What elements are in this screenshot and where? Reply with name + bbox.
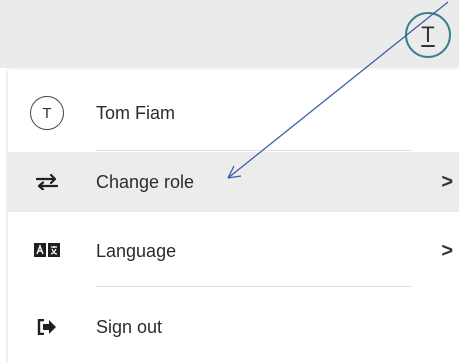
- sign-out-label: Sign out: [96, 316, 163, 337]
- menu-item-sign-out[interactable]: Sign out: [8, 296, 459, 358]
- chevron-right-icon: >: [441, 239, 453, 262]
- header-bar: T: [0, 0, 459, 68]
- user-avatar-button[interactable]: T: [405, 12, 451, 58]
- user-name: Tom Fiam: [96, 102, 176, 123]
- swap-arrows-icon: [30, 174, 64, 190]
- user-dropdown-menu: T Tom Fiam Change role > Language > Sign…: [8, 70, 459, 363]
- user-initial: T: [30, 96, 64, 130]
- change-role-label: Change role: [96, 171, 195, 192]
- user-menu-screenshot: T T Tom Fiam Change role > Language > Si…: [0, 0, 459, 363]
- divider: [96, 286, 412, 287]
- menu-item-change-role[interactable]: Change role >: [8, 152, 459, 212]
- menu-item-language[interactable]: Language >: [8, 220, 459, 282]
- menu-user-profile[interactable]: T Tom Fiam: [8, 82, 459, 144]
- divider: [96, 150, 412, 151]
- language-label: Language: [96, 240, 177, 261]
- language-icon: [30, 243, 64, 259]
- user-avatar-icon: T: [30, 96, 64, 130]
- chevron-right-icon: >: [441, 170, 453, 193]
- sign-out-icon: [30, 319, 64, 335]
